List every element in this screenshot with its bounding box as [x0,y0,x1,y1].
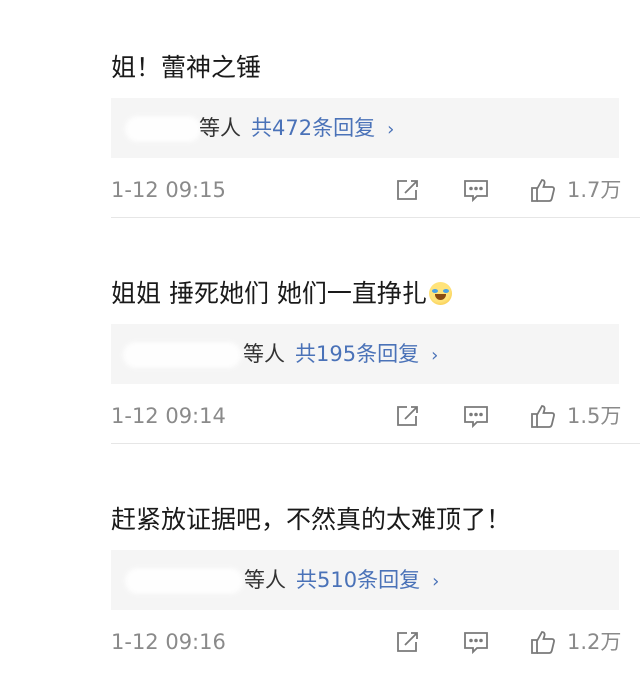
comment-icon[interactable] [462,176,490,204]
comment-text: 姐！蕾神之锤 [111,53,262,82]
repost-icon[interactable] [394,628,422,656]
repost-icon[interactable] [394,176,422,204]
thumbs-up-icon[interactable] [529,176,557,204]
comment-meta-row: 1-12 09:15 1.7万 [111,176,640,204]
comment-timestamp: 1-12 09:15 [111,178,226,202]
thumbs-up-icon[interactable] [529,402,557,430]
divider [111,217,640,218]
reply-count-link[interactable]: 共472条回复 [251,116,375,140]
chevron-right-icon: › [387,119,395,140]
reply-preview-box[interactable]: 等人 共510条回复 › [111,550,619,610]
reply-users-label: 等人 [243,342,285,366]
comment-meta-row: 1-12 09:14 1.5万 [111,402,640,430]
chevron-right-icon: › [431,345,439,366]
reply-users-label: 等人 [199,116,241,140]
reply-count-link[interactable]: 共510条回复 [296,568,420,592]
blurred-username [125,116,201,142]
like-count: 1.2万 [567,630,622,654]
thumbs-up-icon[interactable] [529,628,557,656]
comment-item: 赶紧放证据吧，不然真的太难顶了！ 等人 共510条回复 › 1-12 09:16 1… [0,452,640,678]
reply-summary[interactable]: 等人 共510条回复 › [244,563,439,599]
comment-timestamp: 1-12 09:16 [111,630,226,654]
like-count: 1.5万 [567,404,622,428]
chevron-right-icon: › [432,571,440,592]
blurred-username [123,342,241,368]
reply-users-label: 等人 [244,568,286,592]
like-count: 1.7万 [567,178,622,202]
laughing-tears-emoji-icon [428,282,452,305]
reply-preview-box[interactable]: 等人 共472条回复 › [111,98,619,158]
divider [111,443,640,444]
reply-preview-box[interactable]: 等人 共195条回复 › [111,324,619,384]
comment-text: 姐姐 捶死她们 她们一直挣扎 [111,276,452,312]
comment-meta-row: 1-12 09:16 1.2万 [111,628,640,656]
comment-item: 姐！蕾神之锤 等人 共472条回复 › 1-12 09:15 1.7万 [0,0,640,226]
comment-icon[interactable] [462,402,490,430]
comment-text: 赶紧放证据吧，不然真的太难顶了！ [111,505,512,534]
blurred-username [125,568,243,594]
comment-timestamp: 1-12 09:14 [111,404,226,428]
reply-count-link[interactable]: 共195条回复 [295,342,419,366]
reply-summary[interactable]: 等人 共195条回复 › [243,337,438,373]
comment-item: 姐姐 捶死她们 她们一直挣扎 等人 共195条回复 › 1-12 09:14 1.5… [0,226,640,452]
reply-summary[interactable]: 等人 共472条回复 › [199,111,394,147]
repost-icon[interactable] [394,402,422,430]
comment-icon[interactable] [462,628,490,656]
